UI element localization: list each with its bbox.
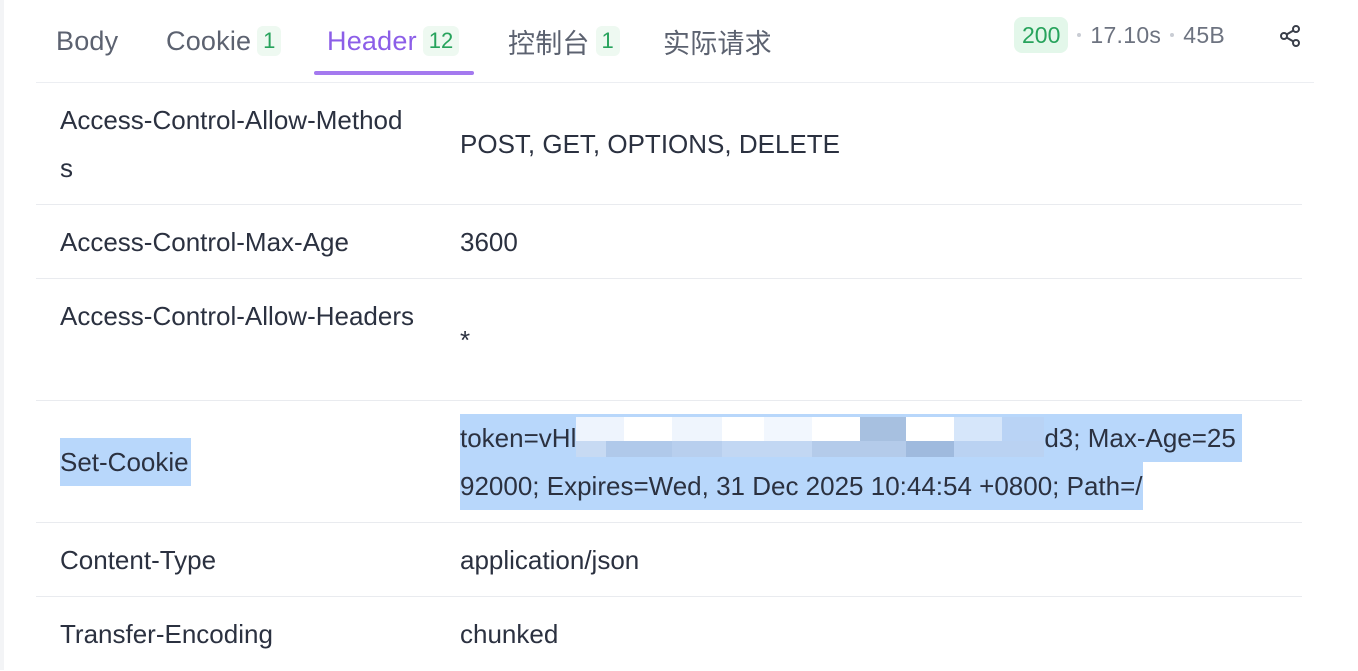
header-value: chunked — [460, 619, 559, 649]
selected-header-key: Set-Cookie — [60, 438, 191, 486]
header-key: Transfer-Encoding — [60, 619, 273, 649]
tab-actual-request-label: 实际请求 — [663, 28, 772, 59]
left-border — [0, 0, 4, 670]
header-key: Content-Type — [60, 545, 217, 575]
tab-body[interactable]: Body — [56, 0, 118, 82]
tab-actual-request[interactable]: 实际请求 — [663, 0, 772, 82]
cookie-value-suffix: d3; Max-Age=25 — [1044, 423, 1236, 453]
tab-header[interactable]: Header 12 — [327, 0, 460, 82]
response-time: 17.10s — [1090, 21, 1162, 48]
tab-console[interactable]: 控制台 1 — [508, 0, 620, 82]
header-value: application/json — [460, 545, 640, 575]
table-row: Content-Type application/json — [36, 523, 1302, 597]
header-key: Access-Control-Max-Age — [60, 227, 349, 257]
status-code-badge: 200 — [1014, 17, 1069, 53]
header-value: 3600 — [460, 227, 518, 257]
table-row: Access-Control-Allow-Headers * — [36, 279, 1302, 401]
active-tab-indicator — [314, 71, 474, 75]
response-size: 45B — [1183, 21, 1226, 48]
response-headers-table: Access-Control-Allow-Methods POST, GET, … — [36, 83, 1302, 671]
tab-header-label: Header — [327, 25, 417, 56]
table-row-selected: Set-Cookie token=vHl d3; Max-Age=25 92000… — [36, 401, 1302, 523]
header-value: token=vHl d3; Max-Age=25 92000; Expires=W… — [460, 414, 1290, 510]
tab-console-count-badge: 1 — [595, 26, 620, 56]
table-row: Access-Control-Max-Age 3600 — [36, 205, 1302, 279]
table-row: Access-Control-Allow-Methods POST, GET, … — [36, 83, 1302, 205]
header-value: * — [460, 325, 471, 355]
header-key: Access-Control-Allow-Headers — [60, 301, 414, 331]
tab-cookie-label: Cookie — [166, 25, 252, 56]
response-status: 200 17.10s 45B — [1014, 16, 1225, 54]
redacted-token — [576, 417, 1045, 458]
share-icon[interactable] — [1278, 24, 1302, 48]
separator-dot — [1170, 33, 1175, 37]
separator-dot — [1077, 33, 1082, 37]
tab-body-label: Body — [56, 25, 119, 56]
cookie-value-line2: 92000; Expires=Wed, 31 Dec 2025 10:44:54… — [460, 462, 1143, 510]
tab-header-count-badge: 12 — [422, 26, 460, 56]
tab-cookie-count-badge: 1 — [257, 26, 282, 56]
header-key: Set-Cookie — [60, 438, 415, 486]
cookie-value-prefix: token=vHl — [460, 423, 577, 453]
header-value: POST, GET, OPTIONS, DELETE — [460, 129, 840, 159]
table-row: Transfer-Encoding chunked — [36, 597, 1302, 671]
tab-cookie[interactable]: Cookie 1 — [166, 0, 282, 82]
header-key: Access-Control-Allow-Methods — [60, 105, 403, 183]
tab-console-label: 控制台 — [508, 28, 590, 59]
